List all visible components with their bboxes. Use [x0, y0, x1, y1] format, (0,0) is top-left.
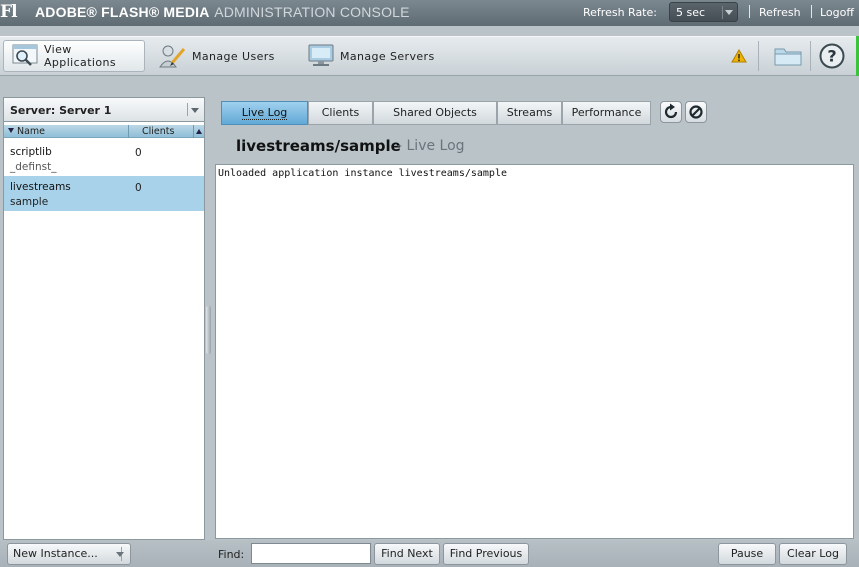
manage-users-label: Manage Users	[192, 49, 275, 63]
manage-servers-label: Manage Servers	[340, 49, 435, 63]
table-row[interactable]: livestreams sample 0	[4, 176, 204, 211]
server-select[interactable]: Server: Server 1	[4, 98, 204, 122]
help-icon[interactable]: ?	[819, 43, 845, 72]
reload-icon	[664, 103, 678, 119]
warning-icon[interactable]	[731, 49, 747, 66]
client-count: 0	[135, 147, 142, 159]
name-column-header[interactable]: Name	[8, 125, 45, 138]
sort-desc-icon	[8, 128, 14, 133]
panel-splitter-handle[interactable]	[206, 306, 211, 354]
divider	[749, 5, 750, 18]
find-input[interactable]	[251, 543, 371, 564]
instance-subtitle: - Live Log	[397, 138, 465, 154]
app-title-brand: ADOBE® FLASH® MEDIA	[35, 4, 210, 20]
main-toolbar: View Applications Manage Users Manage Se…	[0, 36, 859, 76]
unload-instance-button[interactable]	[685, 101, 707, 123]
column-divider	[128, 125, 129, 138]
tab-streams[interactable]: Streams	[497, 101, 562, 125]
refresh-rate-value: 5 sec	[676, 6, 706, 19]
manage-users-button[interactable]: Manage Users	[152, 40, 292, 72]
refresh-rate-label: Refresh Rate:	[583, 6, 657, 19]
instance-name: _definst_	[10, 161, 57, 173]
pause-button[interactable]: Pause	[718, 543, 776, 565]
scroll-up-icon[interactable]	[196, 129, 202, 134]
tab-live-log[interactable]: Live Log	[221, 101, 308, 125]
tab-performance[interactable]: Performance	[562, 101, 651, 125]
client-count: 0	[135, 182, 142, 194]
log-line: Unloaded application instance livestream…	[218, 168, 507, 179]
refresh-rate-select[interactable]: 5 sec	[669, 2, 738, 22]
view-applications-label: View Applications	[44, 43, 116, 69]
new-instance-label: New Instance...	[13, 547, 98, 560]
refresh-link[interactable]: Refresh	[759, 6, 801, 19]
tab-live-log-label: Live Log	[241, 106, 288, 120]
manage-servers-button[interactable]: Manage Servers	[300, 40, 450, 72]
clients-column-header[interactable]: Clients	[142, 125, 174, 138]
find-next-button[interactable]: Find Next	[374, 543, 440, 565]
clear-log-button[interactable]: Clear Log	[779, 543, 847, 565]
select-divider	[722, 6, 723, 19]
tab-clients[interactable]: Clients	[308, 101, 373, 125]
app-title: ADOBE® FLASH® MEDIA ADMINISTRATION CONSO…	[35, 4, 410, 21]
title-bar: Fl ADOBE® FLASH® MEDIA ADMINISTRATION CO…	[0, 0, 859, 26]
app-name: livestreams	[10, 181, 71, 193]
find-label: Find:	[218, 548, 245, 561]
chevron-down-icon	[116, 552, 124, 557]
reload-button[interactable]	[660, 101, 682, 123]
folder-icon[interactable]	[773, 44, 803, 71]
view-applications-button[interactable]: View Applications	[3, 40, 145, 72]
new-instance-button[interactable]: New Instance...	[7, 543, 131, 565]
applications-table-header: Name Clients	[4, 125, 204, 138]
applications-panel: Server: Server 1 Name Clients scriptlib …	[3, 97, 205, 540]
app-name: scriptlib	[10, 146, 52, 158]
find-previous-button[interactable]: Find Previous	[443, 543, 529, 565]
tab-shared-objects[interactable]: Shared Objects	[373, 101, 497, 125]
select-divider	[187, 103, 188, 116]
toolbar-divider	[758, 41, 759, 71]
toolbar-divider	[810, 41, 811, 71]
divider	[811, 5, 812, 18]
magnifier-window-icon	[10, 43, 40, 69]
chevron-down-icon	[725, 10, 733, 15]
live-log-output[interactable]: Unloaded application instance livestream…	[215, 164, 854, 539]
table-row[interactable]: scriptlib _definst_ 0	[4, 141, 204, 176]
monitor-icon	[306, 43, 336, 69]
svg-text:?: ?	[827, 47, 836, 66]
column-divider	[193, 125, 194, 138]
app-title-console: ADMINISTRATION CONSOLE	[214, 4, 410, 20]
flash-logo: Fl	[0, 2, 18, 22]
chevron-down-icon	[191, 108, 199, 113]
user-pencil-icon	[158, 43, 188, 69]
stop-icon	[689, 105, 703, 119]
name-column-label: Name	[17, 126, 46, 137]
server-select-value: Server: Server 1	[10, 104, 112, 117]
logoff-link[interactable]: Logoff	[820, 6, 854, 19]
instance-name: sample	[10, 196, 49, 208]
instance-title: livestreams/sample	[236, 137, 401, 155]
